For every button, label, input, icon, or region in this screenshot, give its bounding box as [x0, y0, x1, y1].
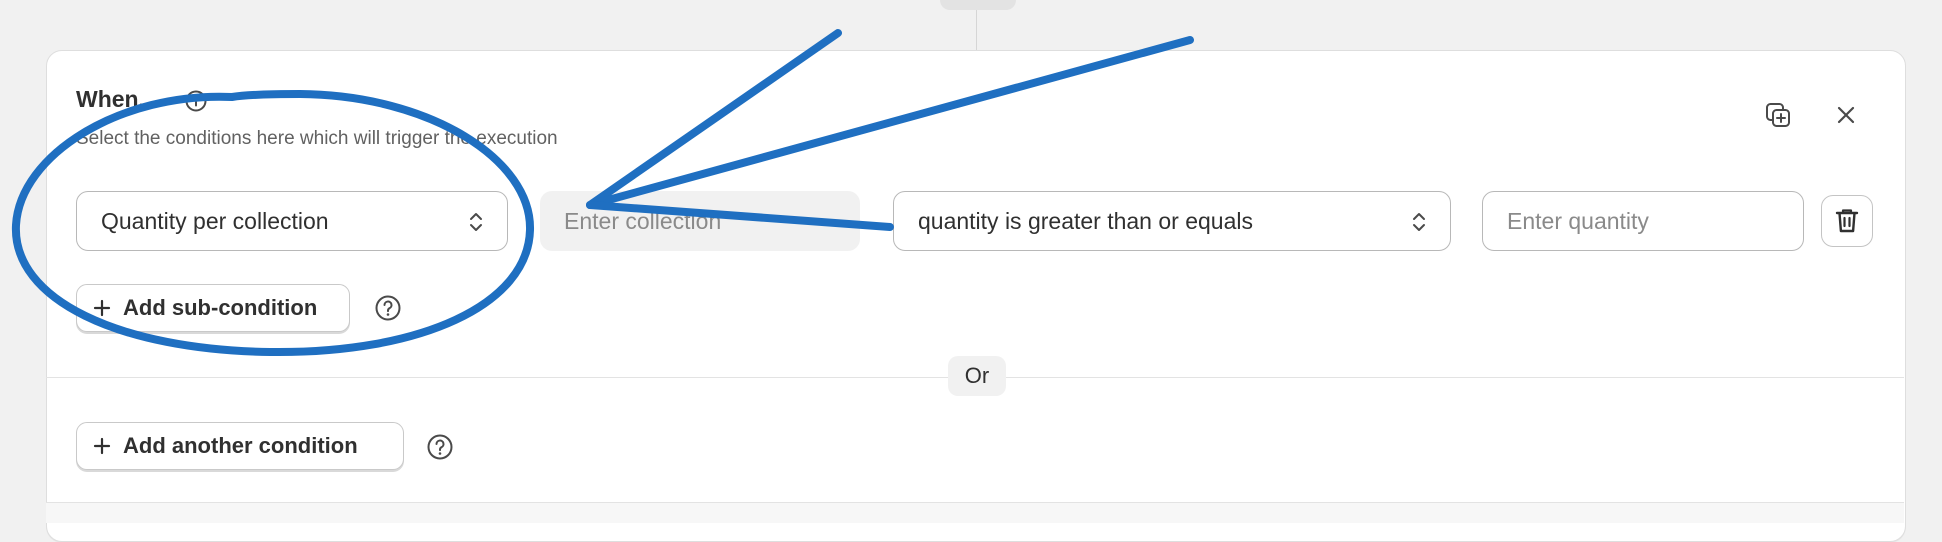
help-icon[interactable] — [426, 433, 454, 461]
collection-placeholder: Enter collection — [564, 207, 722, 234]
add-sub-condition-label: Add sub-condition — [123, 295, 318, 320]
card-subtitle: Select the conditions here which will tr… — [76, 128, 558, 149]
duplicate-condition-button[interactable] — [1758, 95, 1798, 135]
quantity-placeholder: Enter quantity — [1507, 207, 1649, 234]
condition-type-value: Quantity per collection — [101, 207, 329, 234]
card-title: When. — [76, 86, 145, 112]
add-another-condition-button[interactable]: Add another condition — [76, 422, 404, 470]
plus-icon — [93, 299, 111, 317]
delete-condition-button[interactable] — [1821, 195, 1873, 247]
add-another-condition-label: Add another condition — [123, 433, 358, 458]
plus-icon — [93, 437, 111, 455]
condition-type-select[interactable]: Quantity per collection — [76, 191, 508, 251]
collection-input[interactable]: Enter collection — [540, 191, 860, 251]
flow-connector-line — [976, 10, 977, 50]
help-icon[interactable] — [374, 294, 402, 322]
card-footer-strip — [46, 502, 1904, 523]
info-icon[interactable] — [184, 89, 208, 113]
operator-select[interactable]: quantity is greater than or equals — [893, 191, 1451, 251]
trash-icon — [1835, 209, 1859, 233]
operator-value: quantity is greater than or equals — [918, 207, 1253, 234]
or-badge: Or — [948, 356, 1006, 396]
duplicate-icon — [1766, 103, 1790, 127]
select-chevron-icon — [1413, 213, 1425, 231]
flow-connector-tab — [940, 0, 1016, 10]
add-sub-condition-button[interactable]: Add sub-condition — [76, 284, 350, 332]
close-button[interactable] — [1826, 95, 1866, 135]
quantity-input[interactable]: Enter quantity — [1482, 191, 1804, 251]
close-icon — [1837, 106, 1855, 124]
select-chevron-icon — [470, 213, 482, 231]
